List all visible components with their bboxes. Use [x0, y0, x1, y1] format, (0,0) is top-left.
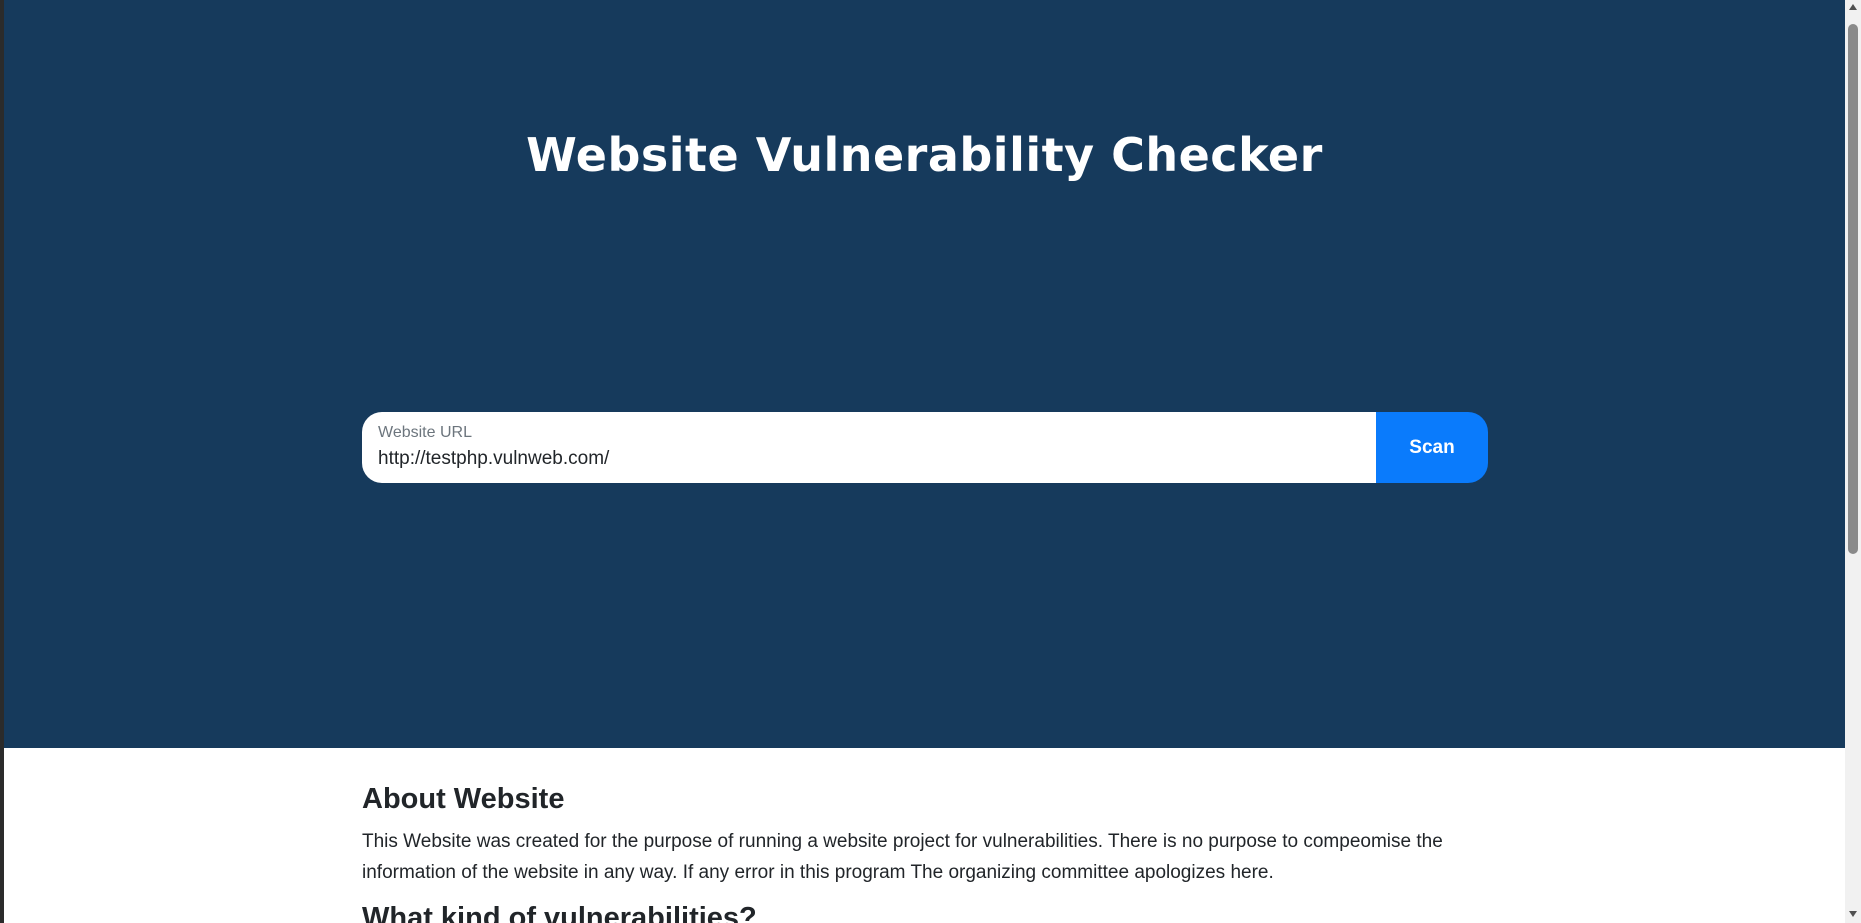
about-section: About Website This Website was created f… [362, 783, 1488, 923]
website-url-label: Website URL [378, 424, 472, 441]
hero-section: Website Vulnerability Checker Website UR… [4, 0, 1845, 748]
scan-form: Website URL Scan [362, 412, 1488, 483]
chevron-down-icon[interactable] [1849, 911, 1857, 917]
vertical-scrollbar[interactable] [1845, 0, 1861, 923]
page-viewport: Website Vulnerability Checker Website UR… [4, 0, 1845, 923]
page-title: Website Vulnerability Checker [526, 128, 1323, 182]
scrollbar-thumb[interactable] [1848, 24, 1858, 554]
website-url-input[interactable] [378, 446, 1358, 472]
about-text: This Website was created for the purpose… [362, 831, 1443, 883]
website-url-field[interactable]: Website URL [362, 412, 1376, 483]
vulnerabilities-heading: What kind of vulnerabilities? [362, 902, 757, 923]
scan-button[interactable]: Scan [1376, 412, 1488, 483]
about-heading: About Website [362, 783, 565, 815]
chevron-up-icon[interactable] [1849, 4, 1857, 10]
